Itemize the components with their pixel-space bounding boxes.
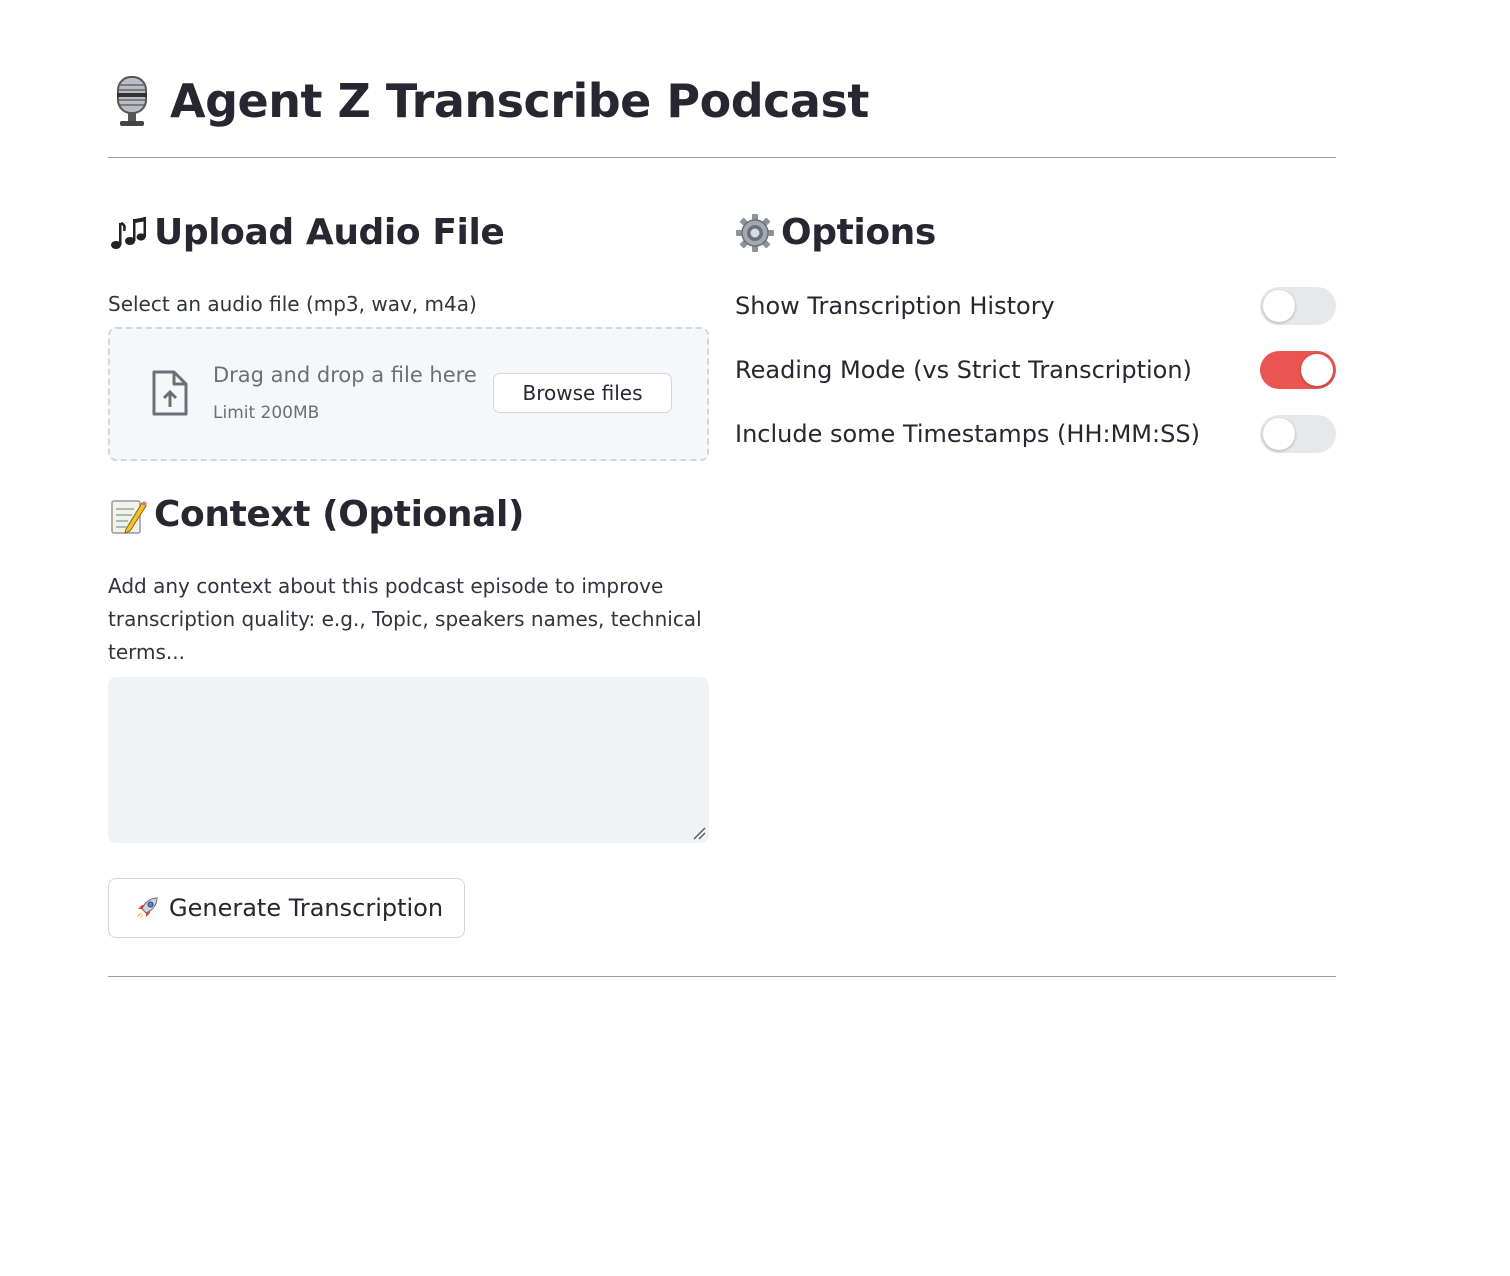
options-heading: Options xyxy=(735,212,936,253)
divider-bottom xyxy=(108,976,1336,977)
option-reading-mode-label: Reading Mode (vs Strict Transcription) xyxy=(735,356,1192,384)
show-history-toggle[interactable] xyxy=(1260,287,1336,325)
option-show-history-label: Show Transcription History xyxy=(735,292,1055,320)
browse-files-button[interactable]: Browse files xyxy=(493,373,672,413)
toggle-knob xyxy=(1263,290,1295,322)
option-timestamps: Include some Timestamps (HH:MM:SS) xyxy=(735,414,1336,454)
option-reading-mode: Reading Mode (vs Strict Transcription) xyxy=(735,350,1336,390)
option-show-history: Show Transcription History xyxy=(735,286,1336,326)
upload-heading-text: Upload Audio File xyxy=(154,212,505,253)
reading-mode-toggle[interactable] xyxy=(1260,351,1336,389)
memo-icon xyxy=(108,495,148,535)
file-upload-icon xyxy=(152,370,188,416)
rocket-icon xyxy=(137,897,158,919)
dropzone-limit: Limit 200MB xyxy=(213,403,320,423)
option-timestamps-label: Include some Timestamps (HH:MM:SS) xyxy=(735,420,1200,448)
toggle-knob xyxy=(1301,354,1333,386)
file-dropzone[interactable]: Drag and drop a file here Limit 200MB Br… xyxy=(108,327,709,461)
page-header: Agent Z Transcribe Podcast xyxy=(108,66,869,136)
resize-grip-icon[interactable] xyxy=(692,826,706,840)
context-label: Add any context about this podcast episo… xyxy=(108,574,702,664)
generate-button-label: Generate Transcription xyxy=(169,894,444,922)
options-heading-text: Options xyxy=(781,212,936,253)
context-textarea-container xyxy=(108,677,709,843)
dropzone-instructions: Drag and drop a file here xyxy=(213,363,477,387)
upload-label: Select an audio file (mp3, wav, m4a) xyxy=(108,292,477,316)
generate-transcription-button[interactable]: Generate Transcription xyxy=(108,878,465,938)
page-title: Agent Z Transcribe Podcast xyxy=(170,74,869,128)
divider-top xyxy=(108,157,1336,158)
music-notes-icon xyxy=(108,213,148,253)
upload-heading: Upload Audio File xyxy=(108,212,505,253)
toggle-knob xyxy=(1263,418,1295,450)
timestamps-toggle[interactable] xyxy=(1260,415,1336,453)
context-heading-text: Context (Optional) xyxy=(154,494,524,535)
gear-icon xyxy=(735,213,775,253)
microphone-icon xyxy=(117,76,147,126)
context-heading: Context (Optional) xyxy=(108,494,524,535)
context-textarea[interactable] xyxy=(108,677,709,843)
